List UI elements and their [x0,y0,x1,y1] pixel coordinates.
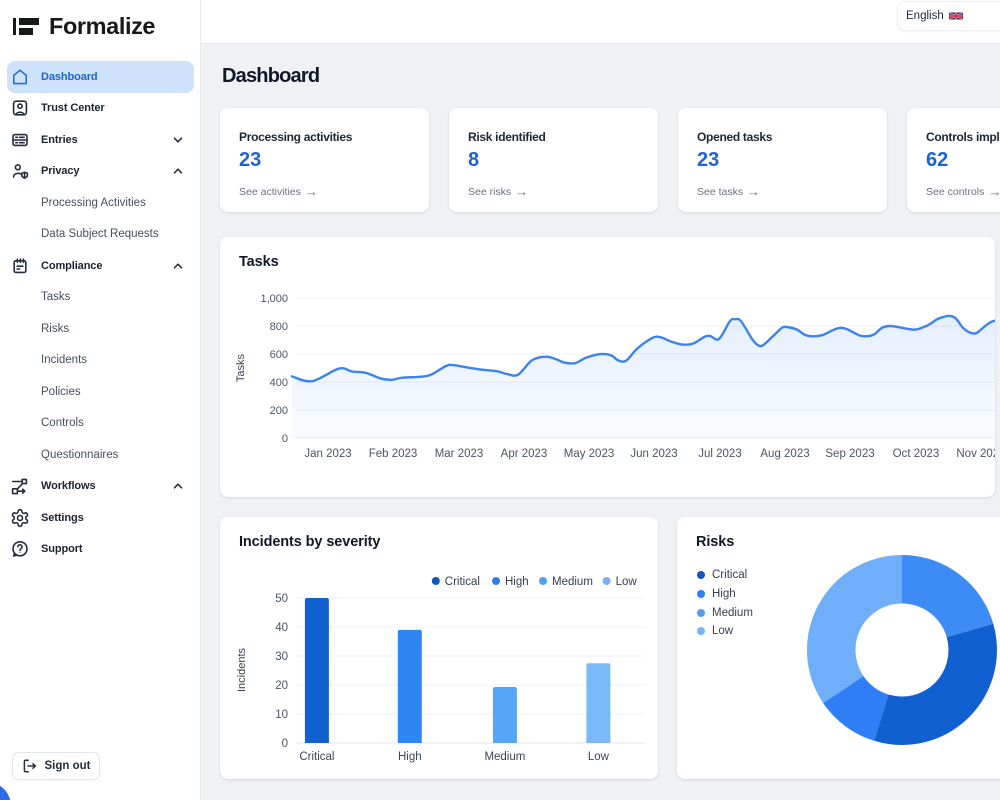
svg-text:Low: Low [588,751,610,763]
svg-text:Jul 2023: Jul 2023 [698,448,741,460]
svg-text:Jun 2023: Jun 2023 [630,448,677,460]
svg-text:Feb 2023: Feb 2023 [369,448,418,460]
svg-text:Sep 2023: Sep 2023 [825,448,874,460]
svg-text:20: 20 [275,680,288,692]
svg-text:0: 0 [282,738,288,750]
svg-text:30: 30 [275,651,288,663]
svg-text:Low: Low [616,576,638,588]
svg-text:600: 600 [270,349,288,361]
svg-text:40: 40 [275,622,288,634]
svg-text:High: High [398,751,422,763]
svg-text:Medium: Medium [552,576,593,588]
svg-text:Jan 2023: Jan 2023 [304,448,351,460]
svg-text:Nov 2023: Nov 2023 [956,448,995,460]
svg-text:May 2023: May 2023 [564,448,615,460]
svg-text:0: 0 [282,433,288,445]
svg-text:High: High [505,576,529,588]
svg-text:50: 50 [275,593,288,605]
svg-text:Apr 2023: Apr 2023 [501,448,548,460]
svg-text:1,000: 1,000 [260,293,288,305]
svg-text:Mar 2023: Mar 2023 [435,448,484,460]
svg-text:10: 10 [275,709,288,721]
svg-text:Oct 2023: Oct 2023 [893,448,940,460]
svg-text:800: 800 [270,321,288,333]
svg-text:Tasks: Tasks [235,353,247,382]
svg-text:Critical: Critical [445,576,480,588]
svg-text:Critical: Critical [299,751,334,763]
svg-text:Incidents: Incidents [236,647,248,692]
svg-text:200: 200 [270,405,288,417]
svg-text:Aug 2023: Aug 2023 [760,448,809,460]
svg-text:Medium: Medium [484,751,525,763]
svg-text:400: 400 [270,377,288,389]
